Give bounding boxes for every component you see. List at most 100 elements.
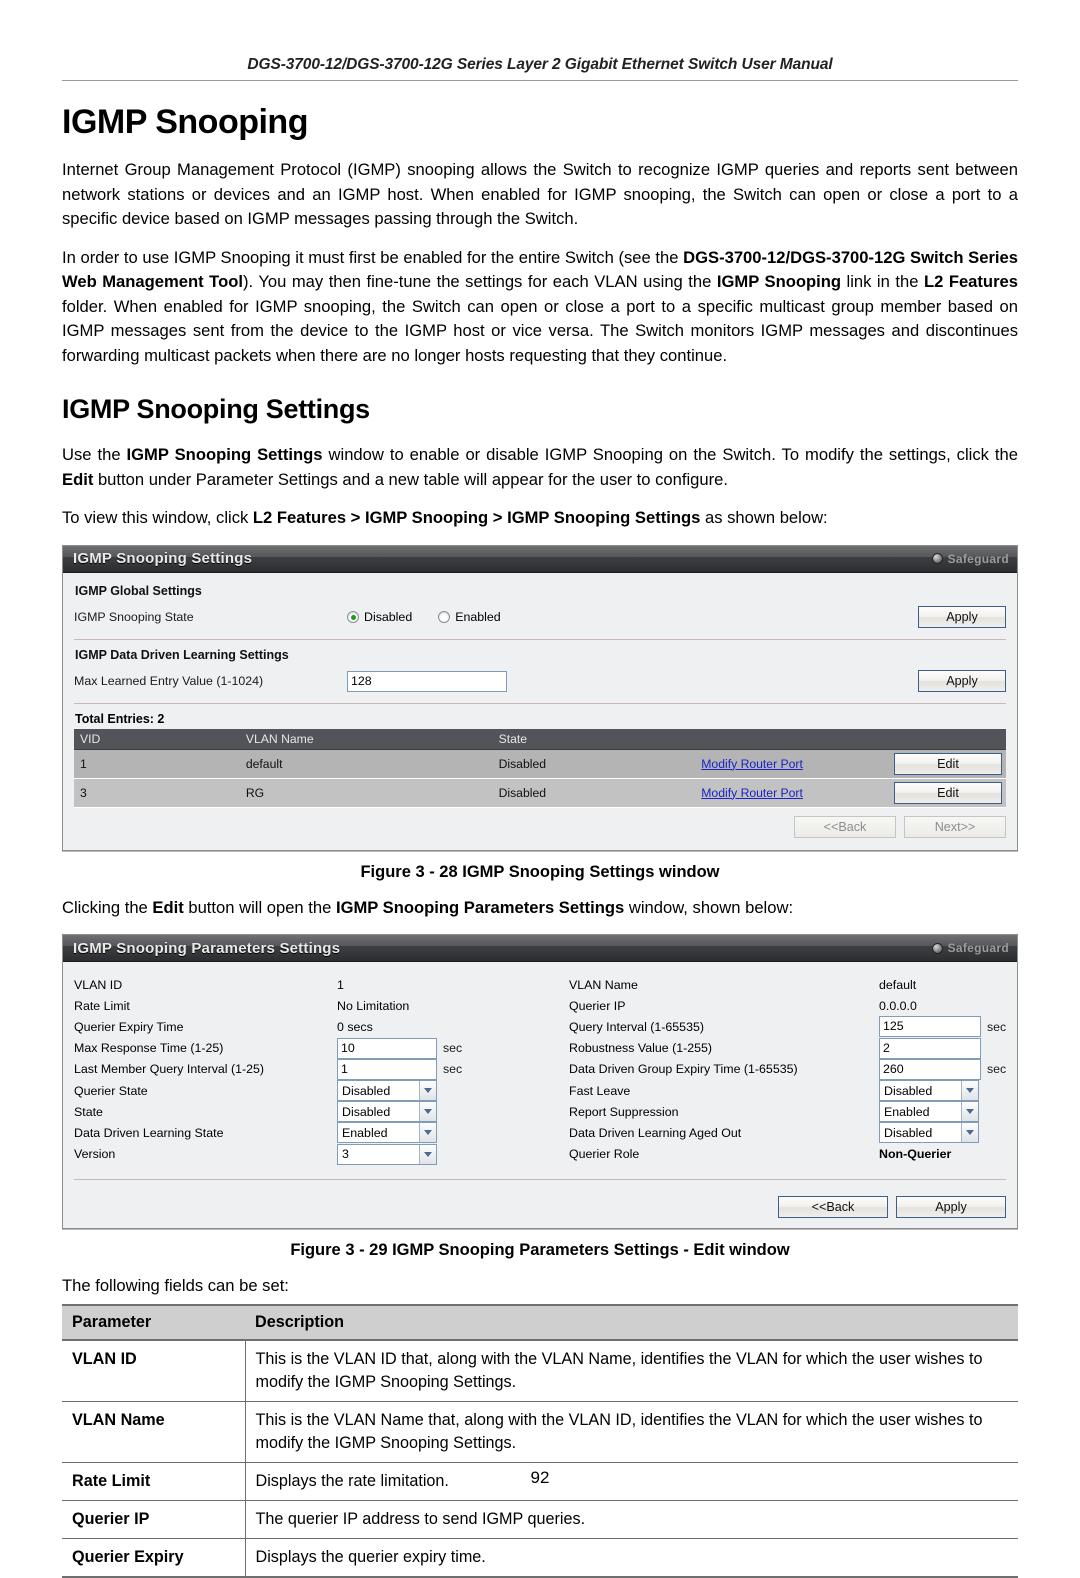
modify-router-port-link[interactable]: Modify Router Port xyxy=(701,757,803,771)
parameters-grid: VLAN ID 1 VLAN Name default Rate Limit N… xyxy=(74,974,1006,1165)
chevron-down-icon[interactable] xyxy=(961,1102,978,1122)
divider-2 xyxy=(74,702,1006,704)
section-title-igmp-snooping-settings: IGMP Snooping Settings xyxy=(62,394,370,424)
value-vlan-name: default xyxy=(879,977,917,992)
settings-paragraph: Use the IGMP Snooping Settings window to… xyxy=(62,443,1018,492)
desc-parameter: Querier IP xyxy=(62,1500,246,1540)
cell-state: Disabled xyxy=(492,778,696,808)
label-state: State xyxy=(74,1104,103,1119)
label-fast-leave: Fast Leave xyxy=(569,1083,631,1098)
robustness-value-input[interactable]: 2 xyxy=(879,1037,981,1059)
label-rate-limit: Rate Limit xyxy=(74,998,130,1013)
safeguard-icon xyxy=(931,942,943,954)
para2-bold-l2features: L2 Features xyxy=(923,272,1018,291)
version-select[interactable]: 3 xyxy=(337,1143,437,1165)
fields-paragraph: The following fields can be set: xyxy=(62,1275,289,1295)
para3-bold-window: IGMP Snooping Settings xyxy=(126,445,323,464)
para5-seg-e: window, shown below: xyxy=(624,897,794,917)
label-query-interval: Query Interval (1-65535) xyxy=(569,1019,704,1034)
cell-state: Disabled xyxy=(492,749,696,779)
edit-paragraph: Clicking the Edit button will open the I… xyxy=(62,896,1018,921)
para5-bold-edit: Edit xyxy=(152,897,184,917)
last-member-query-interval-input[interactable]: 1 xyxy=(337,1058,437,1080)
chevron-down-icon[interactable] xyxy=(419,1081,436,1101)
next-button[interactable]: Next>> xyxy=(904,815,1006,838)
para5-seg-c: button will open the xyxy=(183,897,336,917)
state-value: Disabled xyxy=(342,1104,391,1119)
edit-button[interactable]: Edit xyxy=(894,752,1002,775)
label-vlan-id: VLAN ID xyxy=(74,977,123,992)
table-row: 1 default Disabled Modify Router Port Ed… xyxy=(74,749,1006,779)
desc-header-row: Parameter Description xyxy=(62,1304,1018,1342)
max-learned-entry-input[interactable]: 128 xyxy=(347,670,507,692)
figure-28-caption: Figure 3 - 28 IGMP Snooping Settings win… xyxy=(360,862,720,881)
unit-query-interval: sec xyxy=(987,1019,1007,1034)
label-querier-role: Querier Role xyxy=(569,1147,640,1162)
radio-enabled-icon[interactable] xyxy=(438,611,451,623)
igmp-snooping-settings-window: IGMP Snooping Settings Safeguard IGMP Gl… xyxy=(62,544,1018,851)
value-querier-expiry-time: 0 secs xyxy=(337,1019,373,1034)
safeguard-indicator: Safeguard xyxy=(931,552,1009,566)
report-suppression-select[interactable]: Enabled xyxy=(879,1101,979,1123)
edit-button[interactable]: Edit xyxy=(894,781,1002,804)
state-select[interactable]: Disabled xyxy=(337,1101,437,1123)
radio-disabled-icon[interactable] xyxy=(347,611,359,623)
panel2-title: IGMP Snooping Parameters Settings xyxy=(73,939,341,957)
value-rate-limit: No Limitation xyxy=(337,998,410,1013)
apply-global-button[interactable]: Apply xyxy=(918,606,1006,628)
back-button[interactable]: <<Back xyxy=(794,815,896,838)
divider-1 xyxy=(74,638,1006,640)
panel2-titlebar: IGMP Snooping Parameters Settings Safegu… xyxy=(63,935,1017,962)
safeguard-indicator: Safeguard xyxy=(931,941,1009,955)
apply-button[interactable]: Apply xyxy=(896,1195,1006,1218)
label-robustness-value: Robustness Value (1-255) xyxy=(569,1041,713,1056)
max-learned-entry-row: Max Learned Entry Value (1-1024) 128 App… xyxy=(74,669,1006,694)
label-version: Version xyxy=(74,1147,116,1162)
para3-seg-a: Use the xyxy=(62,445,127,464)
para3-bold-edit: Edit xyxy=(62,469,94,489)
igmp-snooping-state-label: IGMP Snooping State xyxy=(74,610,194,624)
chevron-down-icon[interactable] xyxy=(961,1123,978,1143)
fast-leave-select[interactable]: Disabled xyxy=(879,1080,979,1102)
data-driven-group-expiry-input[interactable]: 260 xyxy=(879,1058,981,1080)
data-driven-learning-aged-out-value: Disabled xyxy=(884,1125,933,1140)
vlan-table-header-row: VID VLAN Name State xyxy=(74,728,1006,750)
chevron-down-icon[interactable] xyxy=(419,1144,436,1164)
data-driven-learning-state-select[interactable]: Enabled xyxy=(337,1122,437,1144)
label-querier-state: Querier State xyxy=(74,1083,148,1098)
querier-state-select[interactable]: Disabled xyxy=(337,1080,437,1102)
para2-seg-g: folder. When enabled for IGMP snooping, … xyxy=(62,296,1018,365)
panel2-body: VLAN ID 1 VLAN Name default Rate Limit N… xyxy=(63,962,1017,1228)
max-response-time-input[interactable]: 10 xyxy=(337,1037,437,1059)
panel1-title: IGMP Snooping Settings xyxy=(73,550,253,567)
parameter-description-table: Parameter Description VLAN ID This is th… xyxy=(62,1304,1018,1578)
running-header: DGS-3700-12/DGS-3700-12G Series Layer 2 … xyxy=(247,56,833,73)
radio-enabled-label: Enabled xyxy=(455,610,501,624)
chevron-down-icon[interactable] xyxy=(419,1102,436,1122)
desc-parameter: VLAN ID xyxy=(62,1340,246,1403)
chevron-down-icon[interactable] xyxy=(419,1123,436,1143)
para5-seg-a: Clicking the xyxy=(62,897,153,917)
modify-router-port-link[interactable]: Modify Router Port xyxy=(701,786,803,800)
panel1-titlebar: IGMP Snooping Settings Safeguard xyxy=(63,545,1017,573)
data-driven-learning-aged-out-select[interactable]: Disabled xyxy=(879,1122,979,1144)
table-row: 3 RG Disabled Modify Router Port Edit xyxy=(74,778,1006,808)
figure-29-caption: Figure 3 - 29 IGMP Snooping Parameters S… xyxy=(290,1240,790,1259)
radio-enabled[interactable]: Enabled xyxy=(438,610,501,624)
panel1-body: IGMP Global Settings IGMP Snooping State… xyxy=(63,572,1017,850)
value-querier-ip: 0.0.0.0 xyxy=(879,998,917,1013)
radio-disabled[interactable]: Disabled xyxy=(347,610,412,624)
safeguard-icon xyxy=(931,553,943,564)
cell-vlan-name: default xyxy=(239,749,493,779)
igmp-global-settings-heading: IGMP Global Settings xyxy=(75,583,202,598)
para2-seg-c: ). You may then fine-tune the settings f… xyxy=(242,272,717,291)
apply-data-driven-button[interactable]: Apply xyxy=(918,670,1006,692)
max-learned-entry-label: Max Learned Entry Value (1-1024) xyxy=(74,674,264,688)
back-button[interactable]: <<Back xyxy=(778,1195,888,1218)
cell-vid: 1 xyxy=(74,749,240,779)
query-interval-input[interactable]: 125 xyxy=(879,1016,981,1038)
chevron-down-icon[interactable] xyxy=(961,1081,978,1101)
igmp-data-driven-learning-heading: IGMP Data Driven Learning Settings xyxy=(75,647,289,662)
label-report-suppression: Report Suppression xyxy=(569,1104,679,1119)
value-querier-role: Non-Querier xyxy=(879,1147,952,1162)
